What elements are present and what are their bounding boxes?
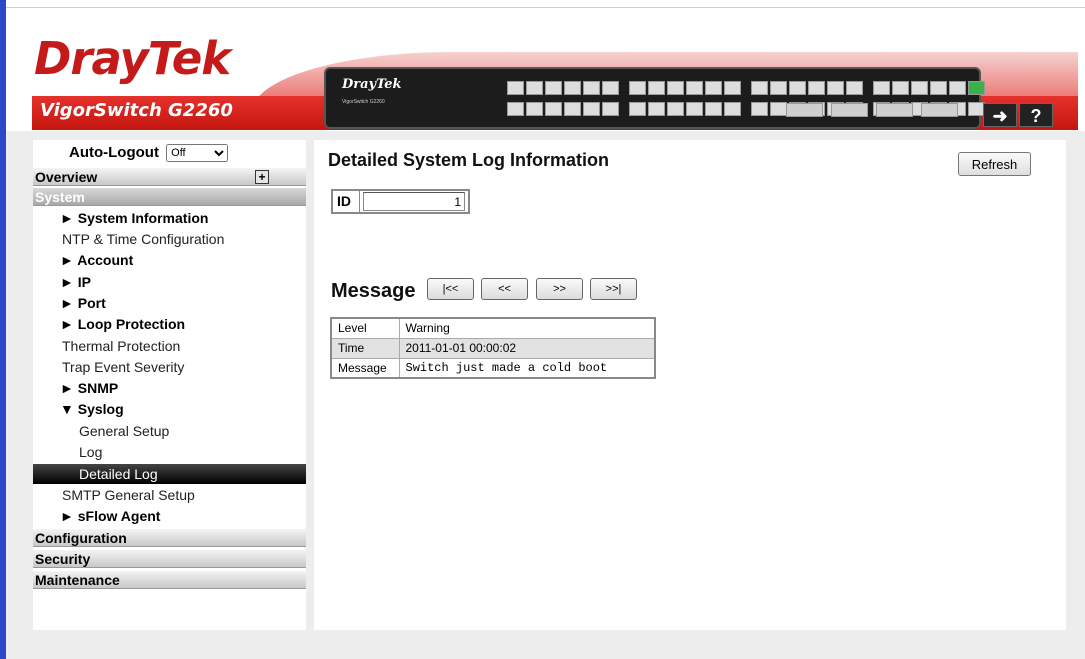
- sidebar-item-ip[interactable]: ► IP: [60, 272, 333, 293]
- sfp-port: [831, 103, 868, 117]
- menu-system[interactable]: System: [33, 188, 306, 206]
- autologout-select[interactable]: Off: [166, 144, 229, 162]
- port-row-bottom: [507, 102, 987, 116]
- help-button[interactable]: ?: [1019, 103, 1053, 127]
- header-banner: DrayTek VigorSwitch G2260 DrayTek VigorS…: [6, 8, 1085, 131]
- id-label: ID: [333, 191, 360, 212]
- sfp-port: [921, 103, 958, 117]
- table-row: Level Warning: [330, 317, 656, 339]
- menu-overview[interactable]: Overview +: [33, 168, 306, 186]
- sidebar-item-log[interactable]: Log: [79, 442, 352, 463]
- sidebar: Auto-Logout Off Overview + System ► Syst…: [33, 140, 306, 630]
- sidebar-item-thermal-protection[interactable]: Thermal Protection: [62, 336, 335, 357]
- time-label: Time: [330, 337, 400, 359]
- next-button[interactable]: >>: [536, 278, 583, 300]
- previous-button[interactable]: <<: [481, 278, 528, 300]
- autologout-label: Auto-Logout: [69, 144, 159, 161]
- message-value: Switch just made a cold boot: [398, 357, 656, 379]
- sfp-port: [786, 103, 823, 117]
- sidebar-item-detailed-log[interactable]: Detailed Log: [33, 464, 306, 484]
- level-label: Level: [330, 317, 400, 339]
- level-value: Warning: [398, 317, 656, 339]
- sidebar-item-system-information[interactable]: ► System Information: [60, 208, 333, 229]
- menu-configuration[interactable]: Configuration: [33, 529, 306, 547]
- id-input[interactable]: [363, 192, 465, 211]
- logout-button[interactable]: ➜: [983, 103, 1017, 127]
- window-frame-top: [6, 0, 1085, 8]
- panel-model: VigorSwitch G2260: [342, 99, 385, 105]
- model-name: VigorSwitch G2260: [40, 100, 233, 121]
- sidebar-item-snmp[interactable]: ► SNMP: [60, 378, 333, 399]
- first-button[interactable]: |<<: [427, 278, 474, 300]
- draytek-logo: DrayTek: [34, 32, 231, 85]
- menu-overview-label: Overview: [35, 169, 98, 185]
- expand-icon[interactable]: +: [255, 170, 269, 184]
- last-button[interactable]: >>|: [590, 278, 637, 300]
- sfp-port: [876, 103, 913, 117]
- menu-maintenance[interactable]: Maintenance: [33, 571, 306, 589]
- sidebar-item-account[interactable]: ► Account: [60, 250, 333, 271]
- message-heading: Message: [331, 280, 416, 302]
- sidebar-item-sflow-agent[interactable]: ► sFlow Agent: [60, 506, 333, 527]
- sidebar-item-trap-event-severity[interactable]: Trap Event Severity: [62, 357, 335, 378]
- autologout-control: Auto-Logout Off: [69, 144, 229, 162]
- id-field-group: ID: [331, 189, 470, 214]
- port-row-top: [507, 81, 987, 95]
- sidebar-item-ntp-time[interactable]: NTP & Time Configuration: [62, 229, 335, 250]
- log-detail-table: Level Warning Time 2011-01-01 00:00:02 M…: [330, 317, 656, 379]
- time-value: 2011-01-01 00:00:02: [398, 337, 656, 359]
- panel-brand: DrayTek: [342, 77, 402, 92]
- sidebar-item-syslog[interactable]: ▼ Syslog: [60, 399, 333, 420]
- sidebar-item-loop-protection[interactable]: ► Loop Protection: [60, 314, 333, 335]
- page-title: Detailed System Log Information: [328, 150, 610, 170]
- sidebar-item-smtp-general-setup[interactable]: SMTP General Setup: [62, 485, 335, 506]
- table-row: Time 2011-01-01 00:00:02: [330, 337, 656, 359]
- sidebar-item-general-setup[interactable]: General Setup: [79, 421, 352, 442]
- sidebar-item-port[interactable]: ► Port: [60, 293, 333, 314]
- logout-icon: ➜: [992, 106, 1008, 126]
- main-content: Detailed System Log Information Refresh …: [314, 140, 1066, 630]
- refresh-button[interactable]: Refresh: [958, 152, 1031, 176]
- message-label: Message: [330, 357, 400, 379]
- switch-front-panel-image: DrayTek VigorSwitch G2260: [324, 67, 985, 129]
- table-row: Message Switch just made a cold boot: [330, 357, 656, 379]
- menu-security[interactable]: Security: [33, 550, 306, 568]
